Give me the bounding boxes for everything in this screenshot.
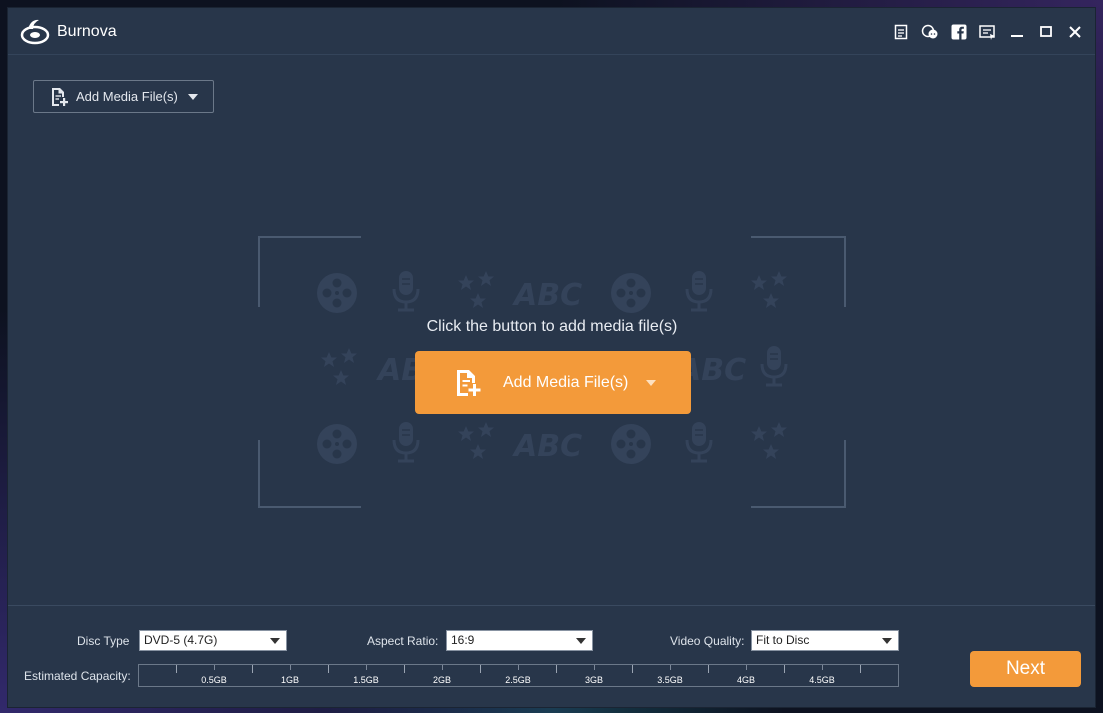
capacity-tick-label: 2.5GB <box>505 675 531 685</box>
title-bar-controls <box>890 21 1085 42</box>
capacity-tick <box>632 665 633 673</box>
menu-icon[interactable] <box>977 21 998 42</box>
minimize-icon[interactable] <box>1006 21 1027 42</box>
capacity-tick <box>670 665 671 670</box>
capacity-tick <box>518 665 519 670</box>
capacity-tick-label: 1.5GB <box>353 675 379 685</box>
drop-hint-text: Click the button to add media file(s) <box>426 318 678 335</box>
disc-type-select[interactable]: DVD-5 (4.7G) <box>139 630 287 651</box>
capacity-tick-label: 3GB <box>584 675 604 685</box>
capacity-tick-label: 0.5GB <box>201 675 227 685</box>
capacity-tick-label: 2GB <box>432 675 452 685</box>
chevron-down-icon <box>270 638 280 644</box>
capacity-tick <box>290 665 291 670</box>
burnova-logo-icon <box>20 19 50 45</box>
video-quality-value: Fit to Disc <box>756 633 810 647</box>
capacity-tick-label: 4.5GB <box>809 675 835 685</box>
capacity-bar: 0.5GB 1GB 1.5GB 2GB 2.5GB 3GB 3.5GB 4GB 4.5GB <box>138 664 899 687</box>
aspect-ratio-value: 16:9 <box>451 633 475 647</box>
chevron-down-icon[interactable] <box>187 93 198 100</box>
capacity-tick <box>328 665 329 673</box>
aspect-ratio-select[interactable]: 16:9 <box>446 630 593 651</box>
add-file-icon <box>52 87 68 106</box>
capacity-tick <box>480 665 481 673</box>
video-quality-label: Video Quality: <box>670 634 745 648</box>
capacity-tick <box>176 665 177 673</box>
capacity-tick-label: 4GB <box>736 675 756 685</box>
capacity-tick <box>746 665 747 670</box>
register-icon[interactable] <box>890 21 911 42</box>
aspect-ratio-label: Aspect Ratio: <box>367 634 439 648</box>
media-drop-zone[interactable]: ABC ABC ABC ABC Click the button to add … <box>258 236 846 508</box>
capacity-tick <box>556 665 557 673</box>
add-media-main-label: Add Media File(s) <box>503 373 629 391</box>
capacity-tick <box>708 665 709 673</box>
capacity-tick <box>404 665 405 673</box>
capacity-tick <box>366 665 367 670</box>
maximize-icon[interactable] <box>1035 21 1056 42</box>
capacity-tick <box>214 665 215 670</box>
video-quality-select[interactable]: Fit to Disc <box>751 630 899 651</box>
facebook-icon[interactable] <box>948 21 969 42</box>
svg-text:ABC: ABC <box>512 278 582 313</box>
estimated-capacity-label: Estimated Capacity: <box>24 669 131 683</box>
next-button[interactable]: Next <box>970 651 1081 687</box>
chevron-down-icon[interactable] <box>646 379 657 386</box>
close-icon[interactable] <box>1064 21 1085 42</box>
chevron-down-icon <box>576 638 586 644</box>
capacity-tick <box>594 665 595 670</box>
bottom-settings-bar: Disc Type DVD-5 (4.7G) Aspect Ratio: 16:… <box>8 605 1095 709</box>
capacity-tick <box>860 665 861 673</box>
capacity-tick <box>822 665 823 670</box>
app-title: Burnova <box>57 23 117 40</box>
add-media-label: Add Media File(s) <box>76 89 178 104</box>
capacity-tick <box>252 665 253 673</box>
add-media-button[interactable]: Add Media File(s) <box>33 80 214 113</box>
disc-type-value: DVD-5 (4.7G) <box>144 633 218 647</box>
disc-type-label: Disc Type <box>77 634 130 648</box>
title-bar: Burnova <box>8 8 1095 55</box>
capacity-tick-label: 1GB <box>280 675 300 685</box>
capacity-tick <box>442 665 443 670</box>
svg-text:ABC: ABC <box>512 429 582 464</box>
add-file-icon <box>457 369 481 396</box>
capacity-tick-label: 3.5GB <box>657 675 683 685</box>
app-window: Burnova Add Media File(s) ABC ABC ABC AB… <box>7 7 1096 708</box>
feedback-chat-icon[interactable] <box>919 21 940 42</box>
chevron-down-icon <box>882 638 892 644</box>
add-media-main-button[interactable]: Add Media File(s) <box>415 351 691 414</box>
capacity-tick <box>784 665 785 673</box>
